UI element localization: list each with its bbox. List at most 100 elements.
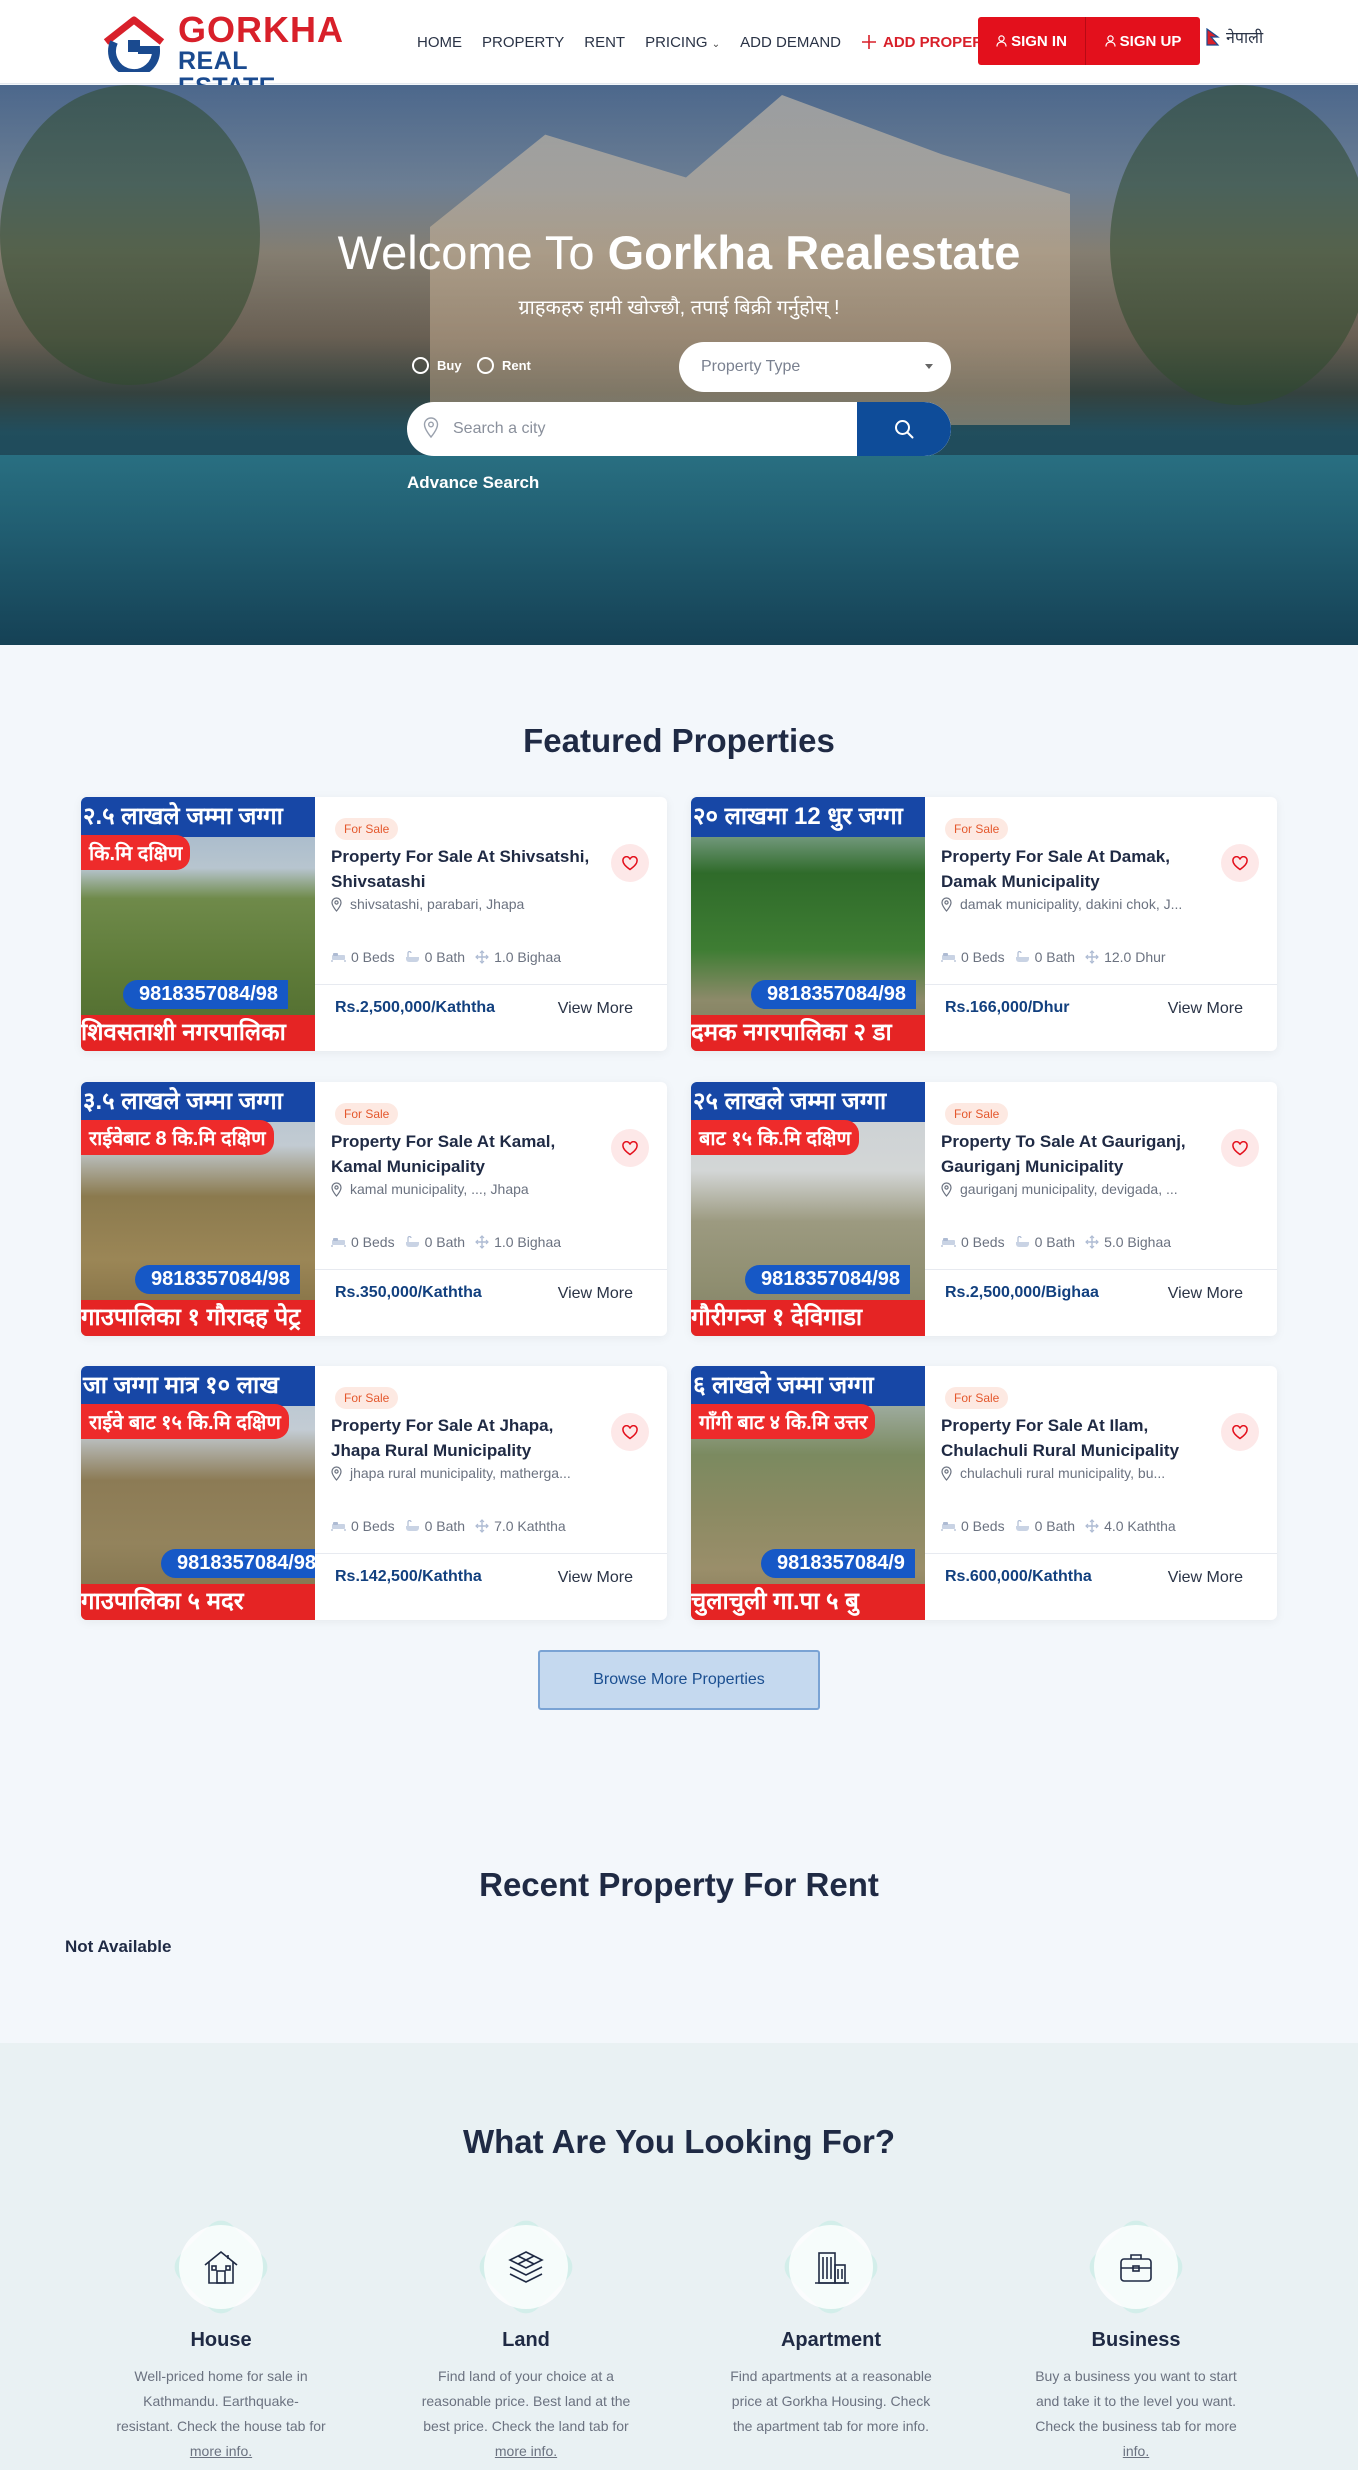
property-image[interactable]: २५ लाखले जम्मा जग्गा बाट १५ कि.मि दक्षिण…: [691, 1082, 925, 1336]
area-feature: 5.0 Bighaa: [1085, 1234, 1171, 1250]
property-image[interactable]: जा जग्गा मात्र १० लाख राईवे बाट १५ कि.मि…: [81, 1366, 315, 1620]
bath-label: 0 Bath: [424, 1518, 466, 1534]
nav-home[interactable]: HOME: [417, 34, 462, 51]
nav-property[interactable]: PROPERTY: [482, 34, 564, 51]
sign-in-button[interactable]: SIGN IN: [978, 17, 1086, 65]
image-banner-direction: कि.मि दक्षिण: [81, 835, 191, 870]
desc-line: Buy a business you want to start: [1035, 2368, 1237, 2384]
bath-feature: 0 Bath: [1015, 1234, 1075, 1250]
image-banner-phone: 9818357084/98: [161, 1549, 315, 1578]
property-card-body: For Sale Property To Sale At Gauriganj, …: [925, 1082, 1277, 1336]
bath-icon: [405, 1236, 419, 1247]
desc-line: reasonable price. Best land at the: [421, 2393, 631, 2409]
bath-icon: [405, 1520, 419, 1531]
category-desc: Find apartments at a reasonable price at…: [715, 2364, 947, 2439]
heart-icon: [622, 1140, 638, 1155]
sign-in-label: SIGN IN: [1011, 32, 1067, 50]
desc-line: and take it to the level you want.: [1035, 2393, 1236, 2409]
image-banner-phone: 9818357084/98: [751, 980, 917, 1009]
radio-circle[interactable]: [412, 357, 429, 374]
property-image[interactable]: ३.५ लाखले जम्मा जग्गा राईवेबाट 8 कि.मि द…: [81, 1082, 315, 1336]
beds-label: 0 Beds: [351, 1518, 395, 1534]
property-type-select[interactable]: Property Type: [679, 342, 951, 392]
bath-icon: [1015, 951, 1029, 962]
image-banner-location: गौरीगन्ज १ देविगाडा: [691, 1300, 925, 1336]
property-title[interactable]: Property For Sale At Kamal, Kamal Munici…: [331, 1129, 601, 1179]
card-divider: [315, 984, 667, 985]
property-card[interactable]: २.५ लाखले जम्मा जग्गा कि.मि दक्षिण 98183…: [81, 797, 667, 1051]
property-price: Rs.166,000/Dhur: [945, 999, 1070, 1016]
sign-up-button[interactable]: SIGN UP: [1086, 17, 1200, 65]
browse-more-button[interactable]: Browse More Properties: [538, 1650, 820, 1710]
view-more-link[interactable]: View More: [1168, 1285, 1243, 1303]
area-label: 7.0 Kaththa: [494, 1518, 566, 1534]
category-business[interactable]: Business Buy a business you want to star…: [1020, 2214, 1252, 2464]
location-pin-icon: [941, 1181, 952, 1197]
status-badge: For Sale: [335, 1387, 399, 1409]
more-info-link[interactable]: more info.: [495, 2443, 557, 2459]
nav-pricing[interactable]: PRICING ⌄: [645, 34, 720, 51]
property-price: Rs.142,500/Kaththa: [335, 1568, 482, 1585]
property-title[interactable]: Property For Sale At Shivsatshi, Shivsat…: [331, 844, 601, 894]
property-image[interactable]: २० लाखमा 12 धुर जग्गा 9818357084/98 दमक …: [691, 797, 925, 1051]
property-title[interactable]: Property For Sale At Damak, Damak Munici…: [941, 844, 1211, 894]
image-banner-price: २५ लाखले जम्मा जग्गा: [691, 1082, 925, 1122]
apartment-building-icon: [815, 2252, 849, 2284]
beds-feature: 0 Beds: [331, 949, 395, 965]
caret-down-icon: [925, 364, 933, 369]
nav-add-demand[interactable]: ADD DEMAND: [740, 34, 841, 51]
hero-title-bold: Gorkha Realestate: [607, 226, 1021, 279]
property-card[interactable]: २५ लाखले जम्मा जग्गा बाट १५ कि.मि दक्षिण…: [691, 1082, 1277, 1336]
favorite-button[interactable]: [611, 844, 649, 882]
property-image[interactable]: ६ लाखले जम्मा जग्गा गाँगी बाट ४ कि.मि उत…: [691, 1366, 925, 1620]
property-card[interactable]: जा जग्गा मात्र १० लाख राईवे बाट १५ कि.मि…: [81, 1366, 667, 1620]
view-more-link[interactable]: View More: [558, 1285, 633, 1303]
view-more-link[interactable]: View More: [1168, 1000, 1243, 1018]
search-button[interactable]: [857, 402, 951, 456]
brand-name: GORKHA: [178, 9, 344, 50]
brand-logo[interactable]: GORKHA REAL ESTATE: [100, 9, 350, 100]
favorite-button[interactable]: [1221, 1129, 1259, 1167]
language-switch[interactable]: नेपाली: [1206, 26, 1263, 48]
image-banner-direction: राईवे बाट १५ कि.मि दक्षिण: [81, 1404, 289, 1439]
property-card-body: For Sale Property For Sale At Kamal, Kam…: [315, 1082, 667, 1336]
property-price: Rs.350,000/Kaththa: [335, 1284, 482, 1301]
more-info-link[interactable]: more info.: [190, 2443, 252, 2459]
desc-line: resistant. Check the house tab for: [116, 2418, 326, 2434]
property-address: chulachuli rural municipality, bu...: [941, 1465, 1241, 1481]
property-card[interactable]: ६ लाखले जम्मा जग्गा गाँगी बाट ४ कि.मि उत…: [691, 1366, 1277, 1620]
favorite-button[interactable]: [1221, 844, 1259, 882]
radio-circle[interactable]: [477, 357, 494, 374]
bed-icon: [331, 1522, 346, 1531]
favorite-button[interactable]: [611, 1413, 649, 1451]
favorite-button[interactable]: [611, 1129, 649, 1167]
property-title[interactable]: Property For Sale At Ilam, Chulachuli Ru…: [941, 1413, 1211, 1463]
property-card[interactable]: २० लाखमा 12 धुर जग्गा 9818357084/98 दमक …: [691, 797, 1277, 1051]
nav-rent[interactable]: RENT: [584, 34, 625, 51]
view-more-link[interactable]: View More: [1168, 1569, 1243, 1587]
more-info-link[interactable]: info.: [1123, 2443, 1149, 2459]
area-icon: [1085, 1235, 1099, 1249]
view-more-link[interactable]: View More: [558, 1000, 633, 1018]
radio-rent[interactable]: Rent: [477, 357, 531, 374]
property-image[interactable]: २.५ लाखले जम्मा जग्गा कि.मि दक्षिण 98183…: [81, 797, 315, 1051]
category-house[interactable]: House Well-priced home for sale in Kathm…: [105, 2214, 337, 2464]
property-card-body: For Sale Property For Sale At Ilam, Chul…: [925, 1366, 1277, 1620]
search-input[interactable]: [453, 402, 853, 456]
radio-buy[interactable]: Buy: [412, 357, 462, 374]
category-desc: Well-priced home for sale in Kathmandu. …: [105, 2364, 337, 2464]
beds-label: 0 Beds: [351, 1234, 395, 1250]
category-apartment[interactable]: Apartment Find apartments at a reasonabl…: [715, 2214, 947, 2439]
image-banner-direction: गाँगी बाट ४ कि.मि उत्तर: [691, 1404, 876, 1439]
favorite-button[interactable]: [1221, 1413, 1259, 1451]
property-features: 0 Beds 0 Bath 5.0 Bighaa: [941, 1234, 1171, 1250]
featured-title: Featured Properties: [523, 722, 835, 759]
advance-search-link[interactable]: Advance Search: [407, 473, 539, 493]
property-title[interactable]: Property To Sale At Gauriganj, Gauriganj…: [941, 1129, 1211, 1179]
property-title[interactable]: Property For Sale At Jhapa, Jhapa Rural …: [331, 1413, 601, 1463]
category-land[interactable]: Land Find land of your choice at a reaso…: [410, 2214, 642, 2464]
property-address: jhapa rural municipality, matherga...: [331, 1465, 631, 1481]
view-more-link[interactable]: View More: [558, 1569, 633, 1587]
property-card[interactable]: ३.५ लाखले जम्मा जग्गा राईवेबाट 8 कि.मि द…: [81, 1082, 667, 1336]
area-feature: 7.0 Kaththa: [475, 1518, 566, 1534]
